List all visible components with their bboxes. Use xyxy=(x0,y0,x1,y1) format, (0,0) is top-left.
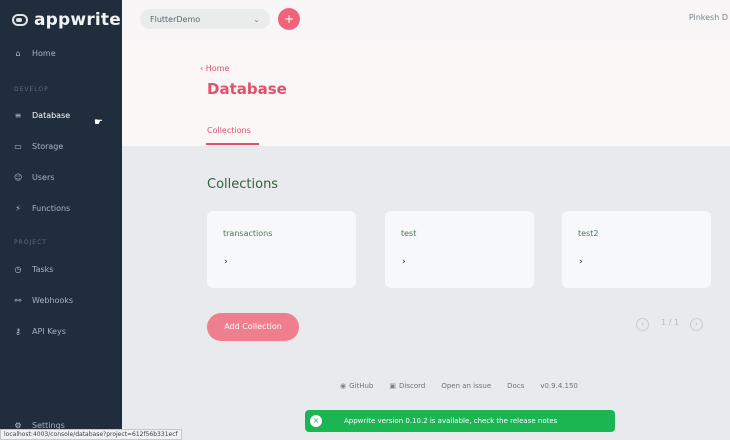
sidebar-item-label: Storage xyxy=(32,142,64,151)
project-name: FlutterDemo xyxy=(150,14,201,24)
logo-text: appwrite xyxy=(34,10,121,30)
database-icon: ≡ xyxy=(14,110,22,120)
collections-heading: Collections xyxy=(207,177,279,192)
toast-message[interactable]: Appwrite version 0.10.2 is available, ch… xyxy=(344,417,557,425)
sidebar-item-api-keys[interactable]: ⚷ API Keys xyxy=(14,327,66,336)
sidebar: appwrite ⌂ Home Develop ≡ Database ☛ ▭ S… xyxy=(0,0,122,440)
footer-issue-link[interactable]: Open an issue xyxy=(441,382,491,390)
sidebar-section-develop: Develop xyxy=(14,86,49,93)
sidebar-section-project: Project xyxy=(14,239,47,246)
sidebar-item-users[interactable]: ☺ Users xyxy=(14,173,54,182)
chevron-right-icon: › xyxy=(579,257,583,267)
sidebar-item-storage[interactable]: ▭ Storage xyxy=(14,142,63,151)
footer-version: v0.9.4.150 xyxy=(540,382,578,390)
add-collection-button[interactable]: Add Collection xyxy=(207,313,299,341)
sidebar-item-functions[interactable]: ⚡ Functions xyxy=(14,204,70,213)
breadcrumb-home: Home xyxy=(205,64,230,73)
tab-collections[interactable]: Collections xyxy=(207,126,251,135)
sidebar-item-database[interactable]: ≡ Database xyxy=(14,110,71,120)
project-select[interactable]: FlutterDemo ⌄ xyxy=(140,9,270,29)
status-url: localhost:4003/console/database?project=… xyxy=(0,429,182,440)
collection-name: test xyxy=(401,229,417,238)
collection-card[interactable]: test › xyxy=(385,211,534,288)
footer-discord-label: Discord xyxy=(399,382,426,390)
page-title: Database xyxy=(207,80,287,98)
sidebar-item-webhooks[interactable]: ⚯ Webhooks xyxy=(14,296,73,305)
lightning-icon: ⚡ xyxy=(15,203,21,213)
collection-card[interactable]: test2 › xyxy=(562,211,711,288)
clock-icon: ◷ xyxy=(14,264,22,274)
sidebar-item-label: Webhooks xyxy=(32,296,74,305)
sidebar-item-label: Tasks xyxy=(32,265,54,274)
footer-github-link[interactable]: ◉ GitHub xyxy=(340,382,373,390)
collection-name: transactions xyxy=(223,229,273,238)
add-project-button[interactable]: + xyxy=(278,8,300,30)
next-page-button[interactable]: › xyxy=(690,318,703,331)
sidebar-item-label: Functions xyxy=(32,204,71,213)
breadcrumb[interactable]: ‹ Home xyxy=(200,64,229,73)
sidebar-item-label: Users xyxy=(32,173,55,182)
footer: ◉ GitHub ▣ Discord Open an issue Docs v0.9… xyxy=(340,382,578,390)
sidebar-item-home[interactable]: ⌂ Home xyxy=(14,48,56,58)
logo[interactable]: appwrite xyxy=(12,10,121,30)
update-toast: × Appwrite version 0.10.2 is available, … xyxy=(305,410,615,432)
sidebar-item-label: Home xyxy=(32,49,56,58)
sidebar-item-label: API Keys xyxy=(32,327,66,336)
hand-cursor-icon: ☛ xyxy=(94,117,103,128)
github-icon: ◉ xyxy=(340,382,347,390)
chevron-left-icon: ‹ xyxy=(200,64,204,73)
chevron-right-icon: › xyxy=(402,257,406,267)
users-icon: ☺ xyxy=(14,172,23,182)
chevron-down-icon: ⌄ xyxy=(253,14,260,24)
tab-underline xyxy=(206,143,259,145)
page-header: ‹ Home Database Collections xyxy=(122,40,730,146)
collection-name: test2 xyxy=(578,229,599,238)
page-indicator: 1 / 1 xyxy=(661,318,679,327)
appwrite-logo-icon xyxy=(12,14,28,26)
footer-discord-link[interactable]: ▣ Discord xyxy=(389,382,425,390)
key-icon: ⚷ xyxy=(15,326,21,336)
chevron-right-icon: › xyxy=(224,257,228,267)
sidebar-item-label: Database xyxy=(32,111,71,120)
discord-icon: ▣ xyxy=(389,382,396,390)
sidebar-item-tasks[interactable]: ◷ Tasks xyxy=(14,264,54,274)
home-icon: ⌂ xyxy=(15,48,21,58)
user-menu[interactable]: Pinkesh D xyxy=(689,13,728,22)
prev-page-button[interactable]: ‹ xyxy=(636,318,649,331)
webhook-icon: ⚯ xyxy=(14,295,22,305)
footer-github-label: GitHub xyxy=(349,382,374,390)
folder-icon: ▭ xyxy=(14,141,22,151)
close-icon[interactable]: × xyxy=(310,415,322,427)
topbar: FlutterDemo ⌄ + Pinkesh D xyxy=(122,0,730,40)
footer-docs-link[interactable]: Docs xyxy=(507,382,524,390)
collection-card[interactable]: transactions › xyxy=(207,211,356,288)
